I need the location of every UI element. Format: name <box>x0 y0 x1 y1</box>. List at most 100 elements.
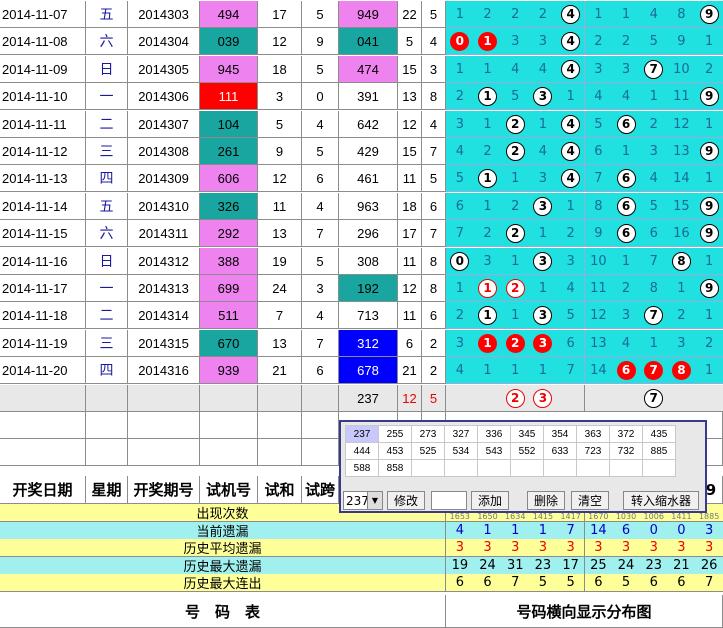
distribution-cell: 1 <box>473 193 503 220</box>
period-number: 2014304 <box>128 28 200 55</box>
draw-date: 2014-11-19 <box>0 330 86 357</box>
candidate-number[interactable]: 444 <box>345 442 379 460</box>
pending-distribution-cell <box>612 385 641 412</box>
convert-to-filter-button[interactable]: 转入缩水器 <box>623 491 699 510</box>
winning-digit-ball: 4 <box>561 59 581 79</box>
candidate-number[interactable]: 633 <box>543 442 577 460</box>
stat-value: 31 <box>501 557 531 575</box>
candidate-number[interactable]: 255 <box>378 425 412 443</box>
number-select[interactable]: 237 ▼ <box>343 491 383 510</box>
winning-digit-ball: 9 <box>699 223 719 243</box>
candidate-number[interactable]: 552 <box>510 442 544 460</box>
winning-digit-ball: 0 <box>450 251 470 271</box>
draw-date: 2014-11-11 <box>0 111 86 138</box>
empty-cell <box>128 439 200 466</box>
candidate-number[interactable]: 534 <box>444 442 478 460</box>
winning-digit-ball: 1 <box>478 278 498 298</box>
draw-date: 2014-11-13 <box>0 165 86 192</box>
number-input[interactable] <box>431 491 467 510</box>
distribution-cell: 11 <box>667 83 697 110</box>
stat-value: 17 <box>556 557 586 575</box>
stat-value: 23 <box>529 557 558 575</box>
draw-number: 474 <box>339 56 398 83</box>
candidate-number[interactable] <box>477 459 511 477</box>
distribution-cell: 5 <box>556 302 586 329</box>
candidate-number[interactable]: 345 <box>510 425 544 443</box>
candidate-number[interactable]: 372 <box>609 425 643 443</box>
draw-date: 2014-11-07 <box>0 1 86 28</box>
candidate-number[interactable]: 885 <box>642 442 676 460</box>
draw-number: 308 <box>339 248 398 275</box>
distribution-cell: 1 <box>529 220 558 247</box>
distribution-cell: 9 <box>695 138 723 165</box>
distribution-cell: 7 <box>639 302 669 329</box>
distribution-cell: 1 <box>584 1 614 28</box>
candidate-number[interactable] <box>510 459 544 477</box>
winning-digit-ball: 4 <box>561 31 581 51</box>
draw-date: 2014-11-09 <box>0 56 86 83</box>
stat-value: 14 <box>584 522 614 540</box>
stat-value: 24 <box>612 557 641 575</box>
pending-distribution-cell <box>667 385 697 412</box>
distribution-cell: 4 <box>446 357 475 384</box>
candidate-number[interactable]: 588 <box>345 459 379 477</box>
candidate-number[interactable] <box>576 459 610 477</box>
candidate-number[interactable]: 732 <box>609 442 643 460</box>
stat-value: 1 <box>501 522 531 540</box>
candidate-number[interactable]: 327 <box>444 425 478 443</box>
winning-digit-ball: 8 <box>671 251 691 271</box>
draw-sum: 6 <box>398 330 422 357</box>
weekday: 日 <box>86 248 128 275</box>
candidate-number[interactable]: 858 <box>378 459 412 477</box>
modify-button[interactable]: 修改 <box>387 491 425 510</box>
distribution-cell: 2 <box>612 275 641 302</box>
distribution-cell: 5 <box>446 165 475 192</box>
distribution-cell: 1 <box>695 248 723 275</box>
draw-date: 2014-11-12 <box>0 138 86 165</box>
distribution-cell: 1 <box>473 330 503 357</box>
test-span: 7 <box>302 330 339 357</box>
stat-value: 23 <box>639 557 669 575</box>
candidate-number[interactable]: 435 <box>642 425 676 443</box>
candidate-number[interactable] <box>642 459 676 477</box>
candidate-number[interactable]: 237 <box>345 425 379 443</box>
candidate-number[interactable]: 525 <box>411 442 445 460</box>
distribution-cell: 1 <box>695 28 723 55</box>
distribution-cell: 7 <box>639 56 669 83</box>
distribution-cell: 2 <box>446 83 475 110</box>
add-button[interactable]: 添加 <box>471 491 509 510</box>
candidate-number[interactable]: 336 <box>477 425 511 443</box>
draw-sum: 18 <box>398 193 422 220</box>
test-machine-number: 606 <box>200 165 258 192</box>
candidate-number[interactable]: 273 <box>411 425 445 443</box>
distribution-cell: 2 <box>446 302 475 329</box>
period-number: 2014306 <box>128 83 200 110</box>
weekday: 五 <box>86 193 128 220</box>
distribution-cell: 3 <box>473 248 503 275</box>
delete-button[interactable]: 删除 <box>527 491 565 510</box>
test-sum: 12 <box>258 28 302 55</box>
candidate-number[interactable] <box>411 459 445 477</box>
candidate-number[interactable] <box>543 459 577 477</box>
candidate-number[interactable]: 354 <box>543 425 577 443</box>
test-span: 5 <box>302 1 339 28</box>
candidate-number[interactable] <box>444 459 478 477</box>
candidate-number[interactable]: 453 <box>378 442 412 460</box>
test-machine-number: 699 <box>200 275 258 302</box>
draw-span: 5 <box>422 165 446 192</box>
empty-cell <box>200 439 258 466</box>
winning-digit-ball: 1 <box>478 333 498 353</box>
winning-digit-ball: 7 <box>644 305 664 325</box>
candidate-number[interactable]: 543 <box>477 442 511 460</box>
test-span: 4 <box>302 302 339 329</box>
draw-sum: 22 <box>398 1 422 28</box>
stat-value: 3 <box>556 539 586 557</box>
candidate-number[interactable] <box>609 459 643 477</box>
distribution-cell: 1 <box>639 83 669 110</box>
distribution-cell: 2 <box>529 1 558 28</box>
candidate-number[interactable]: 363 <box>576 425 610 443</box>
stat-value: 7 <box>556 522 586 540</box>
candidate-number[interactable]: 723 <box>576 442 610 460</box>
pending-distribution-cell <box>695 385 723 412</box>
clear-button[interactable]: 清空 <box>571 491 609 510</box>
